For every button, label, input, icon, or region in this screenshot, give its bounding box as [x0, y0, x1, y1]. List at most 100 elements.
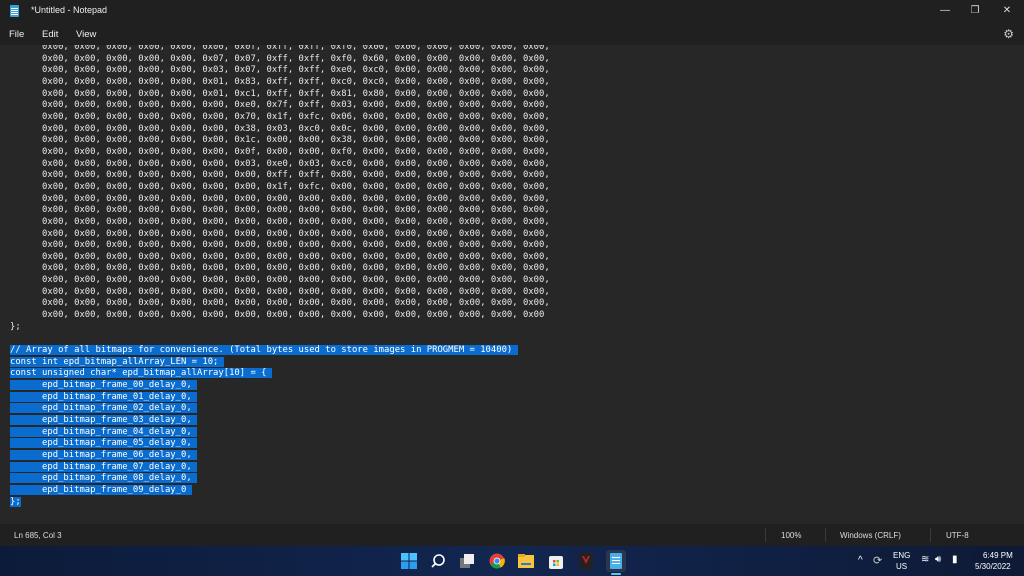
region-label[interactable]: US	[896, 562, 907, 571]
language-label[interactable]: ENG	[893, 551, 910, 560]
line-text: 0x00, 0x00, 0x00, 0x00, 0x00, 0x00, 0x00…	[10, 182, 550, 192]
maximize-button[interactable]: ❐	[965, 3, 985, 19]
clock-time[interactable]: 6:49 PM	[983, 551, 1013, 560]
line-text: 0x00, 0x00, 0x00, 0x00, 0x00, 0x00, 0x00…	[10, 229, 550, 239]
text-line: 0x00, 0x00, 0x00, 0x00, 0x00, 0x00, 0x00…	[10, 194, 550, 206]
line-text: 0x00, 0x00, 0x00, 0x00, 0x00, 0x01, 0xc1…	[10, 89, 550, 99]
text-line: 0x00, 0x00, 0x00, 0x00, 0x00, 0x00, 0x00…	[10, 263, 550, 275]
zoom-level: 100%	[781, 531, 801, 540]
line-text: 0x00, 0x00, 0x00, 0x00, 0x00, 0x00, 0x00…	[10, 275, 550, 285]
selected-text: epd_bitmap_frame_01_delay_0,	[10, 392, 197, 402]
search-icon[interactable]	[429, 552, 447, 570]
line-text: 0x00, 0x00, 0x00, 0x00, 0x00, 0x00, 0xe0…	[10, 100, 550, 110]
text-line: 0x00, 0x00, 0x00, 0x00, 0x00, 0x01, 0xc1…	[10, 89, 550, 101]
line-text: 0x00, 0x00, 0x00, 0x00, 0x00, 0x00, 0x00…	[10, 205, 550, 215]
line-text: 0x00, 0x00, 0x00, 0x00, 0x00, 0x00, 0x00…	[10, 170, 550, 180]
close-button[interactable]: ✕	[997, 3, 1017, 19]
text-line: };	[10, 322, 550, 334]
predator-sense-icon[interactable]	[577, 552, 595, 570]
store-icon[interactable]	[547, 552, 565, 570]
line-text: 0x00, 0x00, 0x00, 0x00, 0x00, 0x00, 0x0f…	[10, 45, 550, 52]
task-view-icon[interactable]	[458, 552, 476, 570]
menu-bar: File Edit View ⚙	[0, 22, 1024, 45]
text-line: 0x00, 0x00, 0x00, 0x00, 0x00, 0x00, 0x38…	[10, 124, 550, 136]
line-text: 0x00, 0x00, 0x00, 0x00, 0x00, 0x00, 0x00…	[10, 194, 550, 204]
notepad-icon	[10, 5, 19, 17]
line-text: 0x00, 0x00, 0x00, 0x00, 0x00, 0x00, 0x1c…	[10, 135, 550, 145]
volume-icon[interactable]: 🔊︎	[935, 554, 941, 565]
title-bar: *Untitled - Notepad — ❐ ✕	[0, 0, 1024, 22]
taskbar: ^ ⟳ ENG US ≋ 🔊︎ ▮ 6:49 PM 5/30/2022	[0, 546, 1024, 576]
file-explorer-icon[interactable]	[517, 552, 535, 570]
text-line: 0x00, 0x00, 0x00, 0x00, 0x00, 0x07, 0x07…	[10, 54, 550, 66]
line-text: 0x00, 0x00, 0x00, 0x00, 0x00, 0x00, 0x70…	[10, 112, 550, 122]
text-editor[interactable]: 0x00, 0x00, 0x00, 0x00, 0x00, 0x00, 0x0f…	[0, 45, 1024, 524]
status-bar: Ln 685, Col 3 100% Windows (CRLF) UTF-8	[0, 524, 1024, 546]
text-line: 0x00, 0x00, 0x00, 0x00, 0x00, 0x00, 0x00…	[10, 310, 550, 322]
show-hidden-icons-chevron[interactable]: ^	[858, 555, 863, 566]
selected-text: epd_bitmap_frame_08_delay_0,	[10, 473, 197, 483]
text-line: epd_bitmap_frame_07_delay_0,	[10, 462, 550, 474]
selected-text: const int epd_bitmap_allArray_LEN = 10;	[10, 357, 224, 367]
text-line: 0x00, 0x00, 0x00, 0x00, 0x00, 0x00, 0x00…	[10, 170, 550, 182]
line-text: 0x00, 0x00, 0x00, 0x00, 0x00, 0x00, 0x00…	[10, 252, 550, 262]
text-line: epd_bitmap_frame_05_delay_0,	[10, 438, 550, 450]
text-line: 0x00, 0x00, 0x00, 0x00, 0x00, 0x00, 0x1c…	[10, 135, 550, 147]
selected-text: epd_bitmap_frame_06_delay_0,	[10, 450, 197, 460]
line-ending: Windows (CRLF)	[840, 531, 901, 540]
selected-text: epd_bitmap_frame_03_delay_0,	[10, 415, 197, 425]
text-line: // Array of all bitmaps for convenience.…	[10, 345, 550, 357]
menu-view[interactable]: View	[76, 29, 96, 40]
selected-text: epd_bitmap_frame_09_delay_0	[10, 485, 192, 495]
text-line: epd_bitmap_frame_01_delay_0,	[10, 392, 550, 404]
selected-text: epd_bitmap_frame_02_delay_0,	[10, 403, 197, 413]
text-line: 0x00, 0x00, 0x00, 0x00, 0x00, 0x03, 0x07…	[10, 65, 550, 77]
line-text: 0x00, 0x00, 0x00, 0x00, 0x00, 0x00, 0x00…	[10, 287, 550, 297]
text-line: epd_bitmap_frame_00_delay_0,	[10, 380, 550, 392]
text-line: epd_bitmap_frame_09_delay_0	[10, 485, 550, 497]
menu-file[interactable]: File	[9, 29, 24, 40]
sync-icon[interactable]: ⟳	[873, 554, 882, 567]
window-title: *Untitled - Notepad	[31, 5, 107, 15]
text-line: epd_bitmap_frame_06_delay_0,	[10, 450, 550, 462]
line-text: 0x00, 0x00, 0x00, 0x00, 0x00, 0x00, 0x00…	[10, 240, 550, 250]
line-text: 0x00, 0x00, 0x00, 0x00, 0x00, 0x00, 0x03…	[10, 159, 550, 169]
line-text: 0x00, 0x00, 0x00, 0x00, 0x00, 0x00, 0x00…	[10, 263, 550, 273]
gear-icon[interactable]: ⚙	[1003, 27, 1014, 41]
selected-text: epd_bitmap_frame_05_delay_0,	[10, 438, 197, 448]
selected-text: };	[10, 497, 21, 507]
line-text: 0x00, 0x00, 0x00, 0x00, 0x00, 0x00, 0x00…	[10, 217, 550, 227]
cursor-position: Ln 685, Col 3	[14, 531, 62, 540]
minimize-button[interactable]: —	[935, 3, 955, 19]
line-text: 0x00, 0x00, 0x00, 0x00, 0x00, 0x00, 0x00…	[10, 310, 544, 320]
line-text: 0x00, 0x00, 0x00, 0x00, 0x00, 0x00, 0x0f…	[10, 147, 550, 157]
text-line: const int epd_bitmap_allArray_LEN = 10;	[10, 357, 550, 369]
menu-edit[interactable]: Edit	[42, 29, 58, 40]
battery-icon[interactable]: ▮	[952, 554, 958, 565]
notepad-taskbar-icon[interactable]	[606, 550, 626, 572]
selected-text: epd_bitmap_frame_00_delay_0,	[10, 380, 197, 390]
encoding: UTF-8	[946, 531, 969, 540]
text-line: 0x00, 0x00, 0x00, 0x00, 0x00, 0x00, 0x00…	[10, 217, 550, 229]
line-text: 0x00, 0x00, 0x00, 0x00, 0x00, 0x00, 0x00…	[10, 298, 550, 308]
chrome-icon[interactable]	[488, 552, 506, 570]
text-line: 0x00, 0x00, 0x00, 0x00, 0x00, 0x00, 0x00…	[10, 275, 550, 287]
clock-date[interactable]: 5/30/2022	[975, 562, 1011, 571]
text-line: 0x00, 0x00, 0x00, 0x00, 0x00, 0x00, 0xe0…	[10, 100, 550, 112]
active-indicator	[611, 573, 621, 575]
text-line: 0x00, 0x00, 0x00, 0x00, 0x00, 0x00, 0x00…	[10, 287, 550, 299]
line-text: 0x00, 0x00, 0x00, 0x00, 0x00, 0x00, 0x38…	[10, 124, 550, 134]
text-line: 0x00, 0x00, 0x00, 0x00, 0x00, 0x00, 0x0f…	[10, 45, 550, 54]
text-line: 0x00, 0x00, 0x00, 0x00, 0x00, 0x00, 0x00…	[10, 252, 550, 264]
text-line: };	[10, 497, 550, 509]
text-line	[10, 333, 550, 345]
text-line: epd_bitmap_frame_03_delay_0,	[10, 415, 550, 427]
start-icon[interactable]	[400, 552, 418, 570]
text-line: 0x00, 0x00, 0x00, 0x00, 0x00, 0x00, 0x03…	[10, 159, 550, 171]
text-line: 0x00, 0x00, 0x00, 0x00, 0x00, 0x00, 0x0f…	[10, 147, 550, 159]
line-text: 0x00, 0x00, 0x00, 0x00, 0x00, 0x07, 0x07…	[10, 54, 550, 64]
wifi-icon[interactable]: ≋	[921, 554, 929, 565]
text-line: 0x00, 0x00, 0x00, 0x00, 0x00, 0x00, 0x00…	[10, 298, 550, 310]
text-line: 0x00, 0x00, 0x00, 0x00, 0x00, 0x00, 0x00…	[10, 182, 550, 194]
selected-text: epd_bitmap_frame_07_delay_0,	[10, 462, 197, 472]
